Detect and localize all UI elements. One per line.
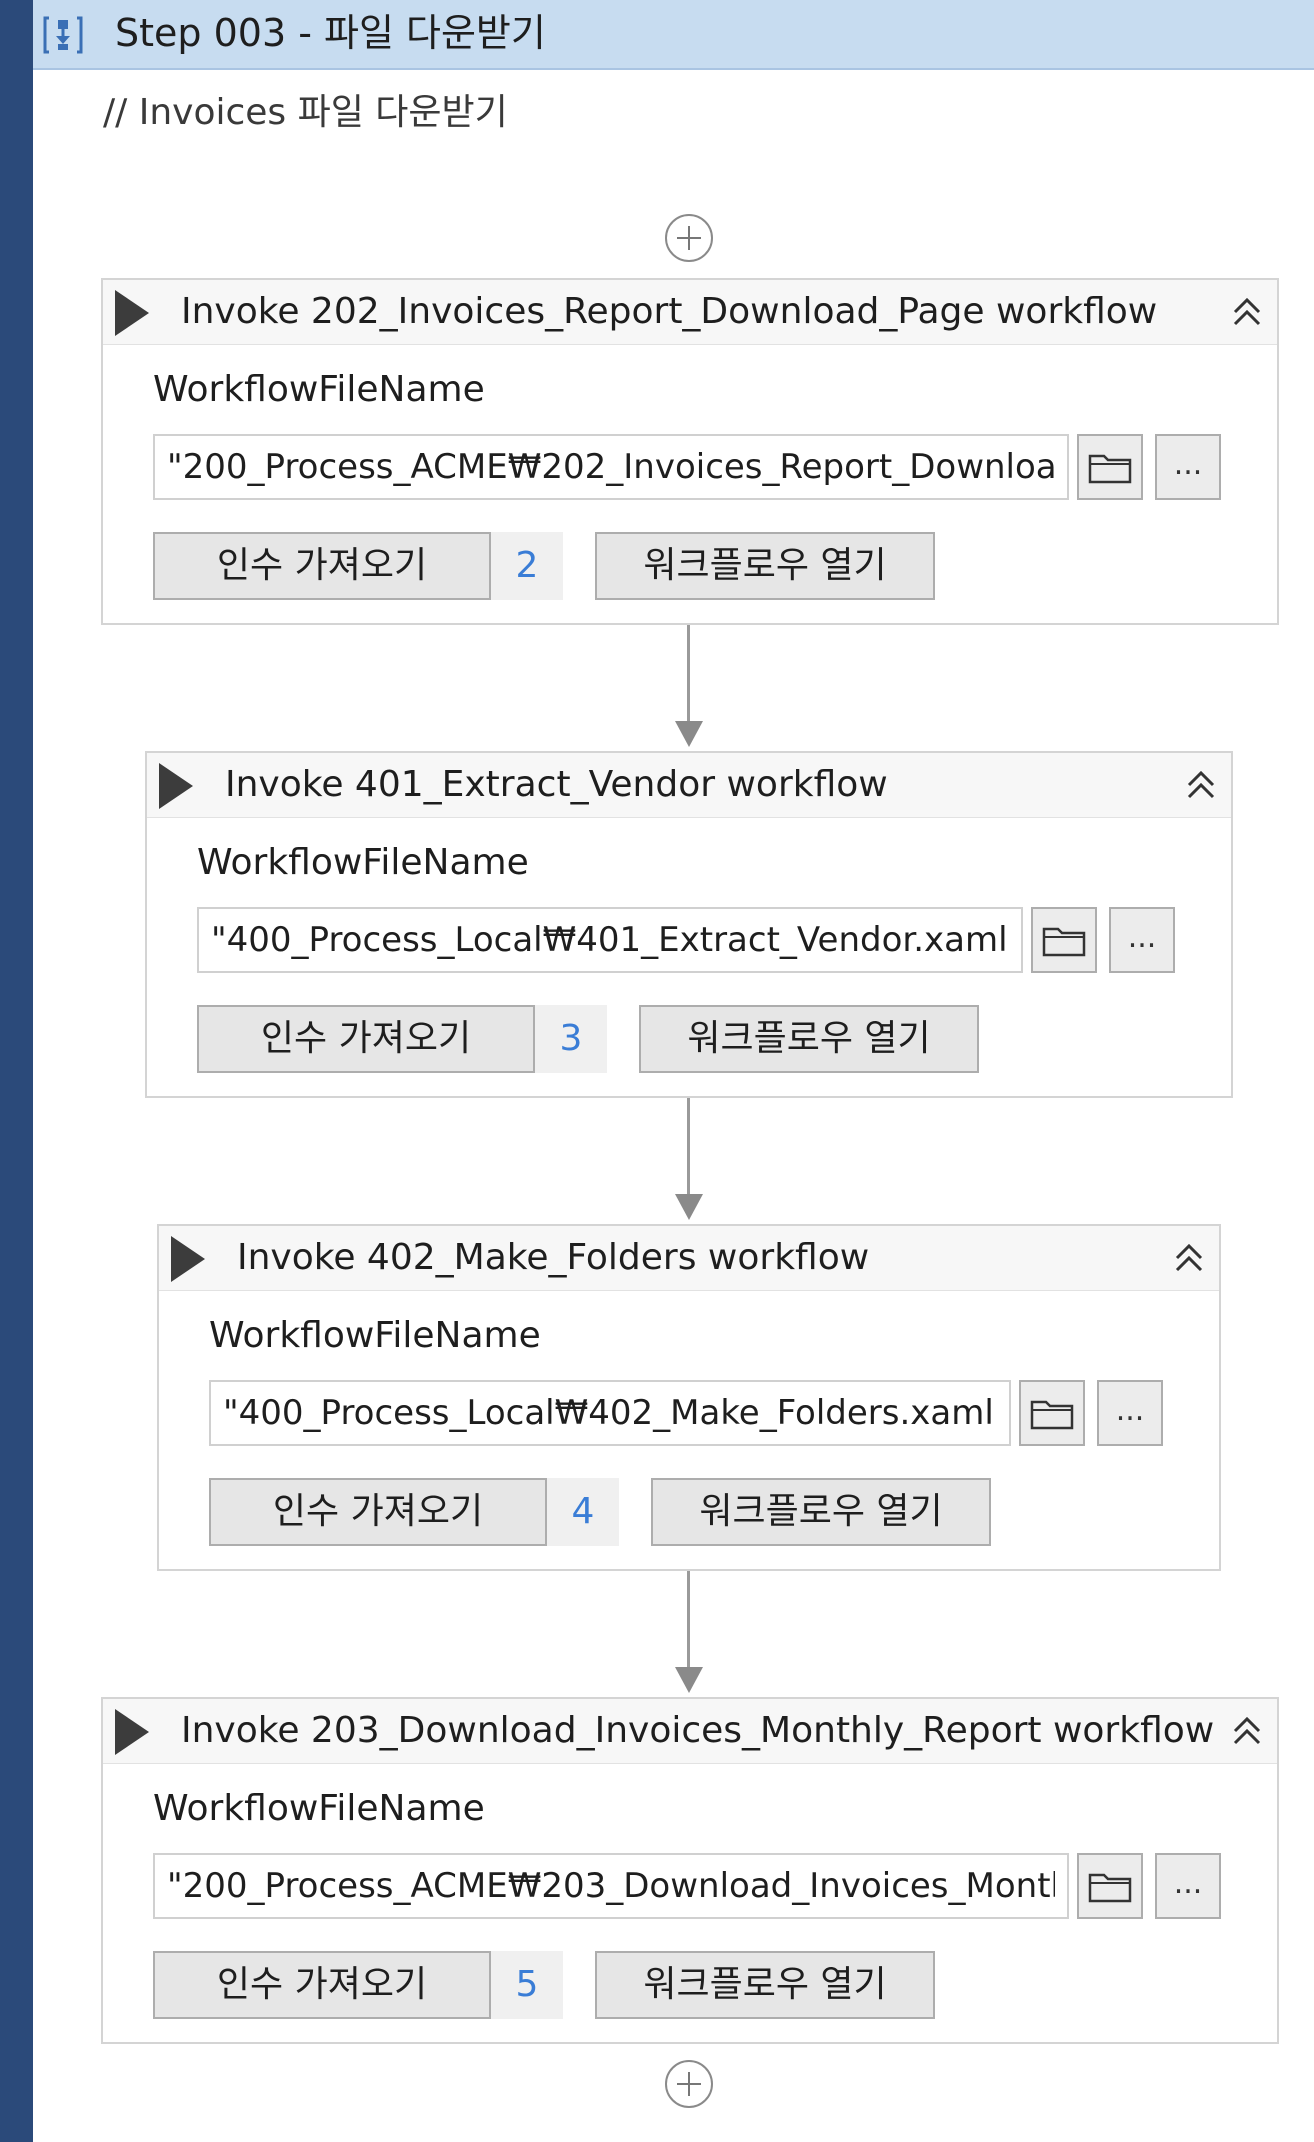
workflow-file-name-label: WorkflowFileName [153,369,485,410]
activity-title: Invoke 401_Extract_Vendor workflow [225,764,888,805]
activity-header: Invoke 401_Extract_Vendor workflow [147,753,1231,818]
play-icon[interactable] [115,1709,149,1755]
workflow-file-name-input[interactable] [153,434,1069,500]
activity-header: Invoke 402_Make_Folders workflow [159,1226,1219,1291]
workflow-file-name-input[interactable] [209,1380,1011,1446]
expression-editor-button[interactable]: ... [1155,1853,1221,1919]
workflow-file-name-input[interactable] [153,1853,1069,1919]
open-workflow-button[interactable]: 워크플로우 열기 [595,532,935,600]
browse-folder-button[interactable] [1031,907,1097,973]
play-icon[interactable] [171,1236,205,1282]
invoke-workflow-activity[interactable]: Invoke 202_Invoices_Report_Download_Page… [101,278,1279,625]
argument-count-badge: 4 [547,1478,619,1546]
folder-icon [1042,927,1086,957]
add-activity-icon[interactable] [665,214,713,262]
argument-count-badge: 3 [535,1005,607,1073]
browse-folder-button[interactable] [1019,1380,1085,1446]
collapse-double-chevron-icon[interactable] [1229,292,1265,332]
connector-arrow [675,1667,703,1693]
invoke-workflow-activity[interactable]: Invoke 203_Download_Invoices_Monthly_Rep… [101,1697,1279,2044]
connector-line [687,1571,690,1667]
activity-title: Invoke 202_Invoices_Report_Download_Page… [181,291,1158,332]
workflow-file-name-label: WorkflowFileName [153,1788,485,1829]
import-arguments-button[interactable]: 인수 가져오기 [197,1005,535,1073]
workflow-file-name-label: WorkflowFileName [197,842,529,883]
invoke-workflow-activity[interactable]: Invoke 402_Make_Folders workflow Workflo… [157,1224,1221,1571]
open-workflow-button[interactable]: 워크플로우 열기 [651,1478,991,1546]
add-activity-icon[interactable] [665,2060,713,2108]
designer-left-bar [0,0,33,2142]
sequence-header[interactable]: Step 003 - 파일 다운받기 [33,0,1314,70]
connector-arrow [675,1194,703,1220]
expression-editor-button[interactable]: ... [1155,434,1221,500]
ellipsis-label: ... [1127,920,1157,955]
collapse-double-chevron-icon[interactable] [1229,1711,1265,1751]
sequence-comment: // Invoices 파일 다운받기 [103,92,508,133]
folder-icon [1088,454,1132,484]
workflow-file-name-label: WorkflowFileName [209,1315,541,1356]
open-workflow-button[interactable]: 워크플로우 열기 [595,1951,935,2019]
activity-header: Invoke 202_Invoices_Report_Download_Page… [103,280,1277,345]
import-arguments-button[interactable]: 인수 가져오기 [153,1951,491,2019]
ellipsis-label: ... [1173,1866,1203,1901]
activity-header: Invoke 203_Download_Invoices_Monthly_Rep… [103,1699,1277,1764]
expression-editor-button[interactable]: ... [1109,907,1175,973]
folder-icon [1088,1873,1132,1903]
connector-line [687,625,690,721]
sequence-title: Step 003 - 파일 다운받기 [115,11,546,55]
invoke-workflow-activity[interactable]: Invoke 401_Extract_Vendor workflow Workf… [145,751,1233,1098]
argument-count-badge: 2 [491,532,563,600]
argument-count-badge: 5 [491,1951,563,2019]
expression-editor-button[interactable]: ... [1097,1380,1163,1446]
folder-icon [1030,1400,1074,1430]
connector-line [687,1098,690,1194]
activity-title: Invoke 203_Download_Invoices_Monthly_Rep… [181,1710,1215,1751]
play-icon[interactable] [159,763,193,809]
ellipsis-label: ... [1173,447,1203,482]
workflow-file-name-input[interactable] [197,907,1023,973]
play-icon[interactable] [115,290,149,336]
browse-folder-button[interactable] [1077,1853,1143,1919]
activity-title: Invoke 402_Make_Folders workflow [237,1237,870,1278]
import-arguments-button[interactable]: 인수 가져오기 [209,1478,547,1546]
import-arguments-button[interactable]: 인수 가져오기 [153,532,491,600]
open-workflow-button[interactable]: 워크플로우 열기 [639,1005,979,1073]
sequence-icon [43,16,83,54]
ellipsis-label: ... [1115,1393,1145,1428]
browse-folder-button[interactable] [1077,434,1143,500]
collapse-double-chevron-icon[interactable] [1171,1238,1207,1278]
connector-arrow [675,721,703,747]
collapse-double-chevron-icon[interactable] [1183,765,1219,805]
